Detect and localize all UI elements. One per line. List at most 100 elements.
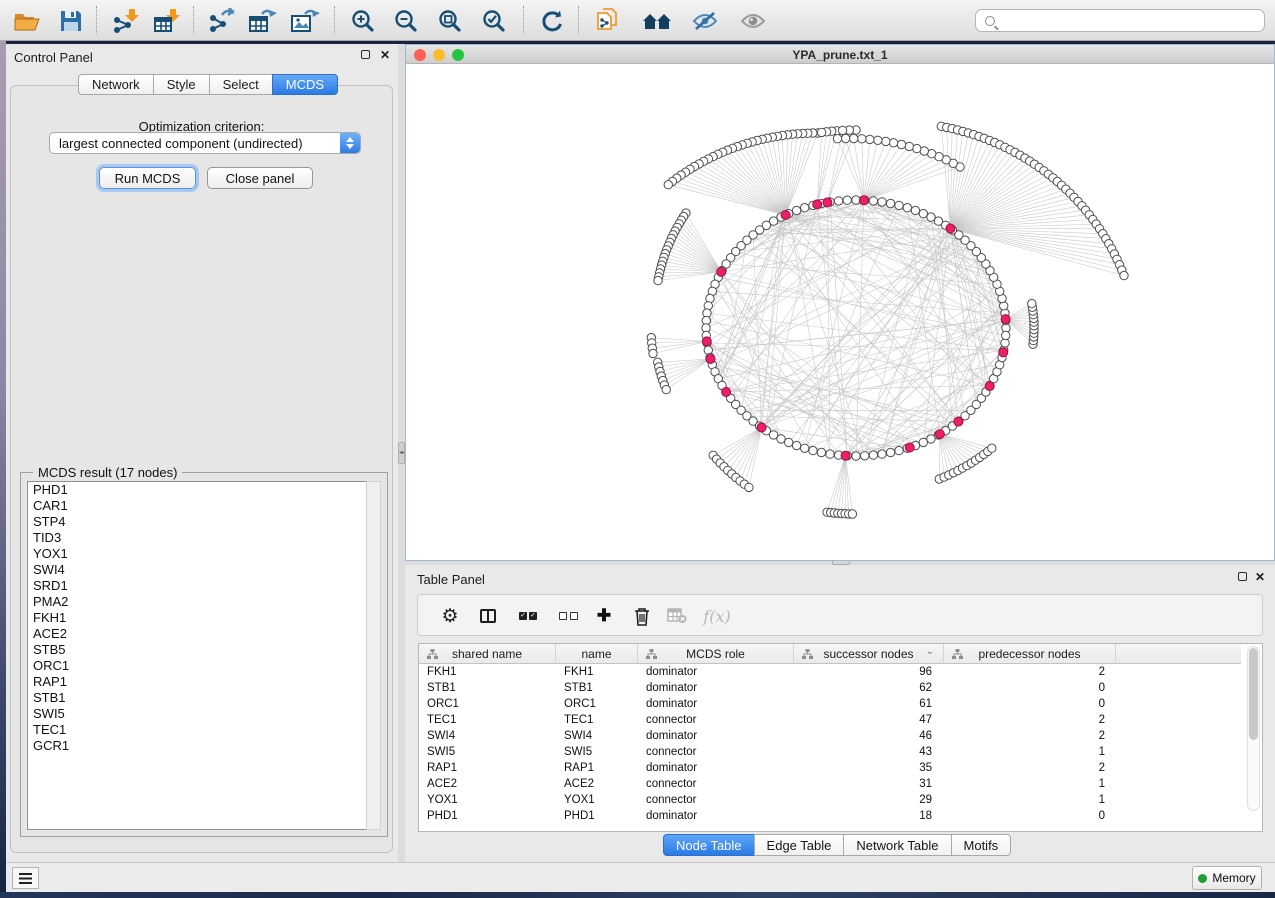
zoom-out-button[interactable] <box>389 5 423 36</box>
column-header-shared-name[interactable]: shared name <box>419 644 556 664</box>
table-row[interactable]: PHD1PHD1dominator180 <box>419 808 1241 824</box>
table-cell: YOX1 <box>556 792 638 808</box>
import-network-button[interactable] <box>109 5 143 36</box>
table-row[interactable]: SWI5SWI5connector431 <box>419 744 1241 760</box>
table-row[interactable]: SWI4SWI4dominator462 <box>419 728 1241 744</box>
network-window-title: YPA_prune.txt_1 <box>406 48 1274 62</box>
table-cell: connector <box>638 744 794 760</box>
mcds-result-item[interactable]: ORC1 <box>28 658 367 674</box>
table-row[interactable]: TEC1TEC1connector472 <box>419 712 1241 728</box>
show-all-icon <box>739 10 767 32</box>
table-row[interactable]: STB1STB1dominator620 <box>419 680 1241 696</box>
column-header-successor-nodes[interactable]: successor nodes⌄ <box>794 644 944 664</box>
mcds-result-item[interactable]: STB1 <box>28 690 367 706</box>
mcds-result-item[interactable]: PHD1 <box>28 482 367 498</box>
mcds-result-item[interactable]: PMA2 <box>28 594 367 610</box>
tab-style[interactable]: Style <box>153 74 209 95</box>
delete-table-button[interactable] <box>664 595 690 637</box>
desktop-wallpaper-bottom <box>0 892 1275 898</box>
export-image-button[interactable] <box>288 5 322 36</box>
search-input[interactable] <box>995 10 1264 31</box>
hide-selected-button[interactable] <box>688 5 722 36</box>
vertical-splitter[interactable]: ◂▸ <box>398 44 405 862</box>
column-label: name <box>581 647 611 661</box>
tab-mcds[interactable]: MCDS <box>272 74 338 95</box>
mcds-result-item[interactable]: GCR1 <box>28 738 367 754</box>
mcds-result-item[interactable]: ACE2 <box>28 626 367 642</box>
column-header-MCDS-role[interactable]: MCDS role <box>638 644 794 664</box>
table-row[interactable]: FKH1FKH1dominator962 <box>419 664 1241 680</box>
toolbar-separator <box>334 6 335 34</box>
table-row[interactable]: ACE2ACE2connector311 <box>419 776 1241 792</box>
mcds-result-item[interactable]: RAP1 <box>28 674 367 690</box>
table-cell: 61 <box>794 696 944 712</box>
table-cell: 96 <box>794 664 944 680</box>
tab-motifs[interactable]: Motifs <box>951 834 1012 856</box>
table-header: shared name name MCDS rolesuccessor nodes⌄… <box>419 644 1241 664</box>
network-canvas[interactable] <box>406 64 1274 560</box>
mcds-list-scrollbar[interactable] <box>366 481 381 830</box>
export-table-button[interactable] <box>246 5 280 36</box>
run-mcds-button[interactable]: Run MCDS <box>99 167 196 189</box>
table-row[interactable]: RAP1RAP1dominator352 <box>419 760 1241 776</box>
import-table-button[interactable] <box>150 5 184 36</box>
table-row[interactable]: YOX1YOX1connector291 <box>419 792 1241 808</box>
table-cell: FKH1 <box>556 664 638 680</box>
tab-edge-table[interactable]: Edge Table <box>754 834 844 856</box>
mcds-result-item[interactable]: TEC1 <box>28 722 367 738</box>
table-cell: SWI5 <box>556 744 638 760</box>
save-session-button[interactable] <box>54 5 88 36</box>
optimization-select[interactable]: largest connected component (undirected) <box>49 132 361 154</box>
first-neighbors-button[interactable] <box>640 5 674 36</box>
mcds-result-item[interactable]: SWI4 <box>28 562 367 578</box>
table-cell: RAP1 <box>419 760 556 776</box>
tab-select[interactable]: Select <box>209 74 272 95</box>
refresh-view-button[interactable] <box>535 5 569 36</box>
export-network-button[interactable] <box>205 5 239 36</box>
scrollbar-thumb[interactable] <box>1249 648 1258 740</box>
select-all-button[interactable]: ✓ ✓ <box>515 595 541 637</box>
mcds-result-item[interactable]: CAR1 <box>28 498 367 514</box>
tab-network[interactable]: Network <box>78 74 153 95</box>
open-session-button[interactable] <box>10 5 44 36</box>
show-columns-button[interactable] <box>476 595 500 637</box>
zoom-in-icon <box>351 9 375 33</box>
close-panel-icon[interactable]: ✕ <box>1255 573 1265 582</box>
table-cell: 0 <box>944 680 1116 696</box>
memory-button[interactable]: Memory <box>1192 866 1262 890</box>
table-cell: 62 <box>794 680 944 696</box>
delete-column-button[interactable] <box>630 595 654 637</box>
close-panel-button[interactable]: Close panel <box>207 167 313 189</box>
mcds-result-item[interactable]: TID3 <box>28 530 367 546</box>
float-panel-icon[interactable] <box>1238 572 1247 581</box>
column-header-name[interactable]: name <box>556 644 638 664</box>
table-settings-button[interactable]: ⚙ <box>438 595 462 637</box>
show-all-button[interactable] <box>736 5 770 36</box>
close-panel-icon[interactable]: ✕ <box>380 51 390 60</box>
tab-network-table[interactable]: Network Table <box>843 834 950 856</box>
mcds-result-item[interactable]: FKH1 <box>28 610 367 626</box>
network-view-window: YPA_prune.txt_1 <box>405 44 1275 561</box>
tab-node-table[interactable]: Node Table <box>663 834 754 856</box>
zoom-in-button[interactable] <box>346 5 380 36</box>
table-scrollbar[interactable] <box>1247 646 1260 811</box>
zoom-selected-button[interactable] <box>477 5 511 36</box>
mcds-result-item[interactable]: STP4 <box>28 514 367 530</box>
function-builder-button[interactable]: f(x) <box>700 595 734 637</box>
float-panel-icon[interactable] <box>361 50 370 59</box>
mcds-result-title: MCDS result (17 nodes) <box>33 465 182 480</box>
deselect-all-button[interactable] <box>555 595 581 637</box>
zoom-fit-button[interactable] <box>433 5 467 36</box>
mcds-result-item[interactable]: SRD1 <box>28 578 367 594</box>
splitter-handle-icon[interactable]: ◂▸ <box>398 442 405 464</box>
mcds-result-list[interactable]: PHD1CAR1STP4TID3YOX1SWI4SRD1PMA2FKH1ACE2… <box>27 481 368 830</box>
copy-network-button[interactable] <box>590 5 624 36</box>
task-history-button[interactable] <box>12 867 39 889</box>
table-row[interactable]: ORC1ORC1dominator610 <box>419 696 1241 712</box>
mcds-result-item[interactable]: STB5 <box>28 642 367 658</box>
mcds-result-item[interactable]: YOX1 <box>28 546 367 562</box>
add-column-button[interactable]: ✚ <box>592 595 616 637</box>
column-header-predecessor-nodes[interactable]: predecessor nodes <box>944 644 1116 664</box>
mcds-result-item[interactable]: SWI5 <box>28 706 367 722</box>
network-window-titlebar[interactable]: YPA_prune.txt_1 <box>406 45 1274 64</box>
